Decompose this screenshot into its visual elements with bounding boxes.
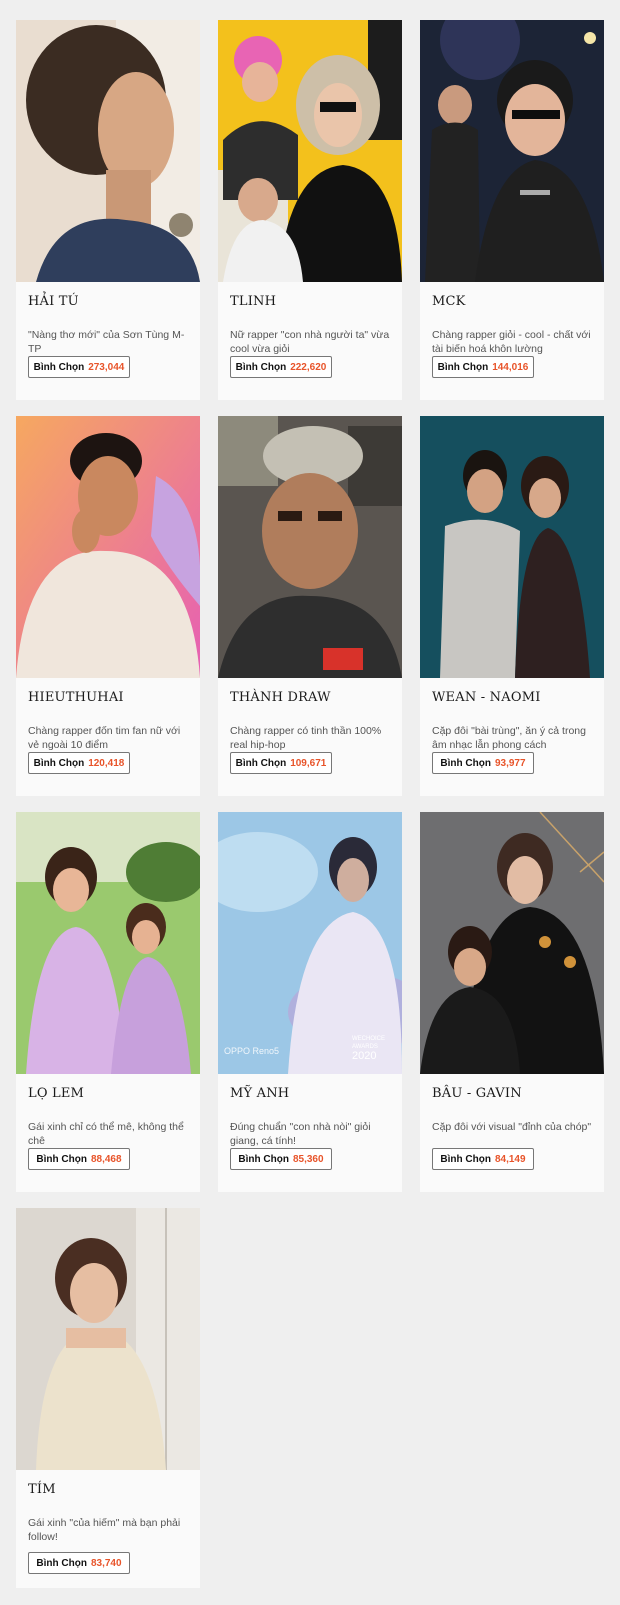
vote-button[interactable]: Bình Chọn 120,418 xyxy=(28,752,130,774)
candidate-name: HẢI TÚ xyxy=(28,294,79,309)
awards-logo-year: 2020 xyxy=(352,1050,376,1062)
candidate-photo[interactable] xyxy=(16,416,200,678)
vote-button[interactable]: Bình Chọn 88,468 xyxy=(28,1148,130,1170)
vote-label: Bình Chọn xyxy=(33,362,85,373)
candidate-card[interactable]: TÍM Gái xinh "của hiếm" mà bạn phải foll… xyxy=(16,1208,200,1588)
oppo-watermark: OPPO Reno5 xyxy=(224,1046,279,1056)
candidate-card[interactable]: LỌ LEM Gái xinh chỉ có thể mê, không thể… xyxy=(16,812,200,1192)
vote-count: 84,149 xyxy=(494,1154,526,1165)
candidate-photo[interactable] xyxy=(218,416,402,678)
candidate-description: Cặp đôi với visual "đỉnh của chóp" xyxy=(432,1121,592,1133)
vote-button[interactable]: Bình Chọn 83,740 xyxy=(28,1552,130,1574)
vote-button[interactable]: Bình Chọn 84,149 xyxy=(432,1148,534,1170)
candidate-card[interactable]: HẢI TÚ "Nàng thơ mới" của Sơn Tùng M-TP … xyxy=(16,20,200,400)
vote-button[interactable]: Bình Chọn 93,977 xyxy=(432,752,534,774)
candidate-card[interactable]: TLINH Nữ rapper "con nhà người ta" vừa c… xyxy=(218,20,402,400)
vote-count: 109,671 xyxy=(290,758,327,769)
vote-label: Bình Chọn xyxy=(235,362,287,373)
candidate-card[interactable]: MCK Chàng rapper giỏi - cool - chất với … xyxy=(420,20,604,400)
vote-label: Bình Chọn xyxy=(238,1154,289,1165)
vote-label: Bình Chọn xyxy=(440,1154,491,1165)
candidate-card[interactable]: BÂU - GAVIN Cặp đôi với visual "đỉnh của… xyxy=(420,812,604,1192)
candidate-name: LỌ LEM xyxy=(28,1086,85,1101)
candidate-card[interactable]: WEAN - NAOMI Cặp đôi "bài trùng", ăn ý c… xyxy=(420,416,604,796)
candidate-name: MCK xyxy=(432,294,466,309)
candidate-card[interactable]: THÀNH DRAW Chàng rapper có tinh thần 100… xyxy=(218,416,402,796)
candidate-name: TLINH xyxy=(230,294,277,309)
vote-button[interactable]: Bình Chọn 109,671 xyxy=(230,752,332,774)
vote-button[interactable]: Bình Chọn 222,620 xyxy=(230,356,332,378)
candidate-photo[interactable] xyxy=(420,416,604,678)
vote-label: Bình Chọn xyxy=(36,1558,87,1569)
vote-count: 273,044 xyxy=(88,362,125,373)
candidate-description: "Nàng thơ mới" của Sơn Tùng M-TP xyxy=(28,329,185,355)
candidate-photo[interactable] xyxy=(420,20,604,282)
vote-button[interactable]: Bình Chọn 85,360 xyxy=(230,1148,332,1170)
vote-count: 144,016 xyxy=(492,362,529,373)
candidate-name: WEAN - NAOMI xyxy=(432,690,541,705)
vote-count: 120,418 xyxy=(88,758,125,769)
candidate-description: Chàng rapper đốn tim fan nữ với vẻ ngoài… xyxy=(28,725,181,751)
vote-label: Bình Chọn xyxy=(437,362,489,373)
candidate-card[interactable]: OPPO Reno5 WECHOICE AWARDS 2020 MỸ ANH Đ… xyxy=(218,812,402,1192)
vote-button[interactable]: Bình Chọn 144,016 xyxy=(432,356,534,378)
candidate-photo[interactable]: OPPO Reno5 WECHOICE AWARDS 2020 xyxy=(218,812,402,1074)
vote-count: 222,620 xyxy=(290,362,327,373)
vote-count: 88,468 xyxy=(90,1154,122,1165)
candidate-description: Chàng rapper có tinh thần 100% real hip-… xyxy=(230,725,382,751)
candidate-photo[interactable] xyxy=(16,812,200,1074)
awards-logo-line1: WECHOICE xyxy=(352,1036,385,1042)
vote-count: 85,360 xyxy=(292,1154,324,1165)
candidate-description: Gái xinh "của hiếm" mà bạn phải follow! xyxy=(28,1517,181,1543)
candidate-name: MỸ ANH xyxy=(230,1086,290,1101)
candidate-name: THÀNH DRAW xyxy=(230,690,331,705)
candidate-photo[interactable] xyxy=(218,20,402,282)
candidate-description: Nữ rapper "con nhà người ta" vừa cool vừ… xyxy=(230,329,390,355)
candidate-description: Chàng rapper giỏi - cool - chất với tài … xyxy=(432,329,591,355)
vote-count: 83,740 xyxy=(90,1558,122,1569)
candidate-name: BÂU - GAVIN xyxy=(432,1086,522,1101)
vote-label: Bình Chọn xyxy=(235,758,287,769)
candidate-photo[interactable] xyxy=(16,20,200,282)
candidate-description: Đúng chuẩn "con nhà nòi" giỏi giang, cá … xyxy=(230,1121,371,1147)
vote-button[interactable]: Bình Chọn 273,044 xyxy=(28,356,130,378)
candidate-description: Cặp đôi "bài trùng", ăn ý cả trong âm nh… xyxy=(432,725,586,751)
vote-count: 93,977 xyxy=(494,758,526,769)
vote-label: Bình Chọn xyxy=(33,758,85,769)
candidate-name: HIEUTHUHAI xyxy=(28,690,124,705)
vote-label: Bình Chọn xyxy=(440,758,491,769)
candidate-card[interactable]: HIEUTHUHAI Chàng rapper đốn tim fan nữ v… xyxy=(16,416,200,796)
candidate-photo[interactable] xyxy=(420,812,604,1074)
vote-label: Bình Chọn xyxy=(36,1154,87,1165)
candidate-photo[interactable] xyxy=(16,1208,200,1470)
candidate-name: TÍM xyxy=(28,1482,56,1497)
candidate-grid: HẢI TÚ "Nàng thơ mới" của Sơn Tùng M-TP … xyxy=(0,0,620,1605)
candidate-description: Gái xinh chỉ có thể mê, không thể chê xyxy=(28,1121,184,1147)
